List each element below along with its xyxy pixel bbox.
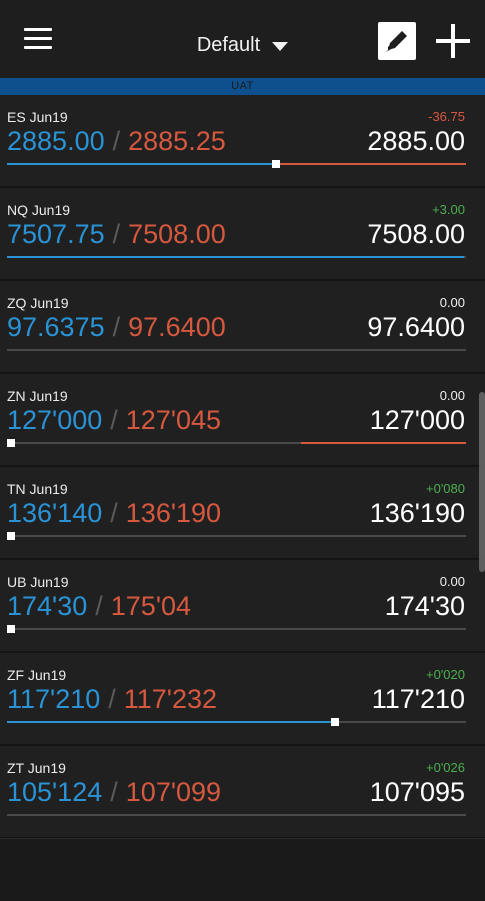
price-marker [271,160,280,168]
last-price: 107'095 [369,777,465,807]
net-change: 0.00 [439,574,465,589]
bottom-area [0,838,485,901]
bid-ask-separator: / [95,591,103,621]
bid-ask-group: 2885.00/2885.25 [7,126,226,157]
edit-pencil-icon[interactable] [378,22,416,60]
bid-price[interactable]: 7507.75 [7,219,105,249]
price-range-bar [7,814,466,816]
ask-price[interactable]: 117'232 [124,684,217,714]
instrument-symbol: ZT Jun19 [7,760,66,776]
last-price: 2885.00 [367,126,465,156]
instrument-symbol: NQ Jun19 [7,202,71,218]
ask-price[interactable]: 127'045 [126,405,221,435]
price-range-bar [7,439,466,447]
bid-ask-group: 97.6375/97.6400 [7,312,226,343]
instrument-symbol: ZQ Jun19 [7,295,69,311]
last-price: 127'000 [369,405,465,435]
last-price: 174'30 [384,591,465,621]
ask-price[interactable]: 136'190 [126,498,221,528]
bid-ask-separator: / [110,498,118,528]
price-range-bar [7,160,466,168]
bid-range-fill [7,256,464,258]
quote-row[interactable]: NQ Jun19 +3.00 7507.75/7508.00 7508.00 [0,188,485,281]
ask-price[interactable]: 7508.00 [128,219,226,249]
bid-range-fill [7,163,276,165]
quote-row[interactable]: ZF Jun19 +0'020 117'210 / 117'232 117'210 [0,653,485,746]
price-range-bar [7,718,466,726]
instrument-symbol: UB Jun19 [7,574,69,590]
instrument-symbol: ES Jun19 [7,109,68,125]
ask-range-fill [300,442,466,444]
environment-banner: UAT [0,78,485,95]
ask-price[interactable]: 175'04 [111,591,191,621]
price-marker [7,625,15,633]
price-marker [7,439,15,447]
net-change: +0'020 [426,667,465,682]
quote-row[interactable]: TN Jun19 +0'080 136'140 / 136'190 136'190 [0,467,485,560]
price-marker [7,532,15,540]
ask-price[interactable]: 107'099 [126,777,221,807]
last-price: 136'190 [369,498,465,528]
quote-row[interactable]: ES Jun19 -36.75 2885.00/2885.25 2885.00 [0,95,485,188]
bid-ask-separator: / [110,405,118,435]
hamburger-menu-icon[interactable] [24,28,52,50]
chevron-down-icon [272,41,289,51]
instrument-symbol: ZF Jun19 [7,667,67,683]
price-range-bar [7,256,466,258]
net-change: +3.00 [432,202,465,217]
quote-row[interactable]: ZN Jun19 0.00 127'000 / 127'045 127'000 [0,374,485,467]
bid-price[interactable]: 174'30 [7,591,87,621]
bid-price[interactable]: 127'000 [7,405,102,435]
last-price: 117'210 [371,684,465,714]
net-change: 0.00 [439,295,465,310]
plus-icon[interactable] [436,24,470,58]
bid-price[interactable]: 117'210 [7,684,100,714]
last-price: 7508.00 [367,219,465,249]
instrument-symbol: TN Jun19 [7,481,68,497]
ask-price[interactable]: 97.6400 [128,312,226,342]
instrument-symbol: ZN Jun19 [7,388,68,404]
last-price: 97.6400 [367,312,465,342]
bid-price[interactable]: 2885.00 [7,126,105,156]
bid-ask-separator: / [108,684,116,714]
bid-range-fill [7,721,336,723]
bid-ask-separator: / [110,777,118,807]
net-change: -36.75 [428,109,465,124]
quote-row[interactable]: ZQ Jun19 0.00 97.6375/97.6400 97.6400 [0,281,485,374]
quote-row[interactable]: UB Jun19 0.00 174'30 / 175'04 174'30 [0,560,485,653]
workspace-title: Default [196,33,261,56]
net-change: 0.00 [439,388,465,403]
bid-ask-separator: / [112,126,121,156]
quote-list: ES Jun19 -36.75 2885.00/2885.25 2885.00 NQ J… [0,95,485,839]
price-range-bar [7,532,466,540]
quote-row[interactable]: ZT Jun19 +0'026 105'124 / 107'099 107'095 [0,746,485,839]
bid-ask-separator: / [112,219,121,249]
net-change: +0'080 [426,481,465,496]
bid-ask-group: 174'30 / 175'04 [7,591,191,622]
bid-ask-group: 7507.75/7508.00 [7,219,226,250]
bid-price[interactable]: 136'140 [7,498,102,528]
ask-range-fill [275,163,466,165]
price-range-bar [7,625,466,633]
bid-ask-group: 127'000 / 127'045 [7,405,221,436]
app-header: Default [0,0,485,78]
bid-ask-group: 136'140 / 136'190 [7,498,221,529]
net-change: +0'026 [426,760,465,775]
price-marker [331,718,340,726]
scrollbar[interactable] [479,392,485,572]
bid-ask-group: 105'124 / 107'099 [7,777,221,808]
bid-price[interactable]: 105'124 [7,777,102,807]
bid-ask-separator: / [112,312,121,342]
bid-price[interactable]: 97.6375 [7,312,105,342]
workspace-selector[interactable]: Default [150,28,335,62]
bid-ask-group: 117'210 / 117'232 [7,684,217,715]
price-range-bar [7,349,466,351]
ask-price[interactable]: 2885.25 [128,126,226,156]
